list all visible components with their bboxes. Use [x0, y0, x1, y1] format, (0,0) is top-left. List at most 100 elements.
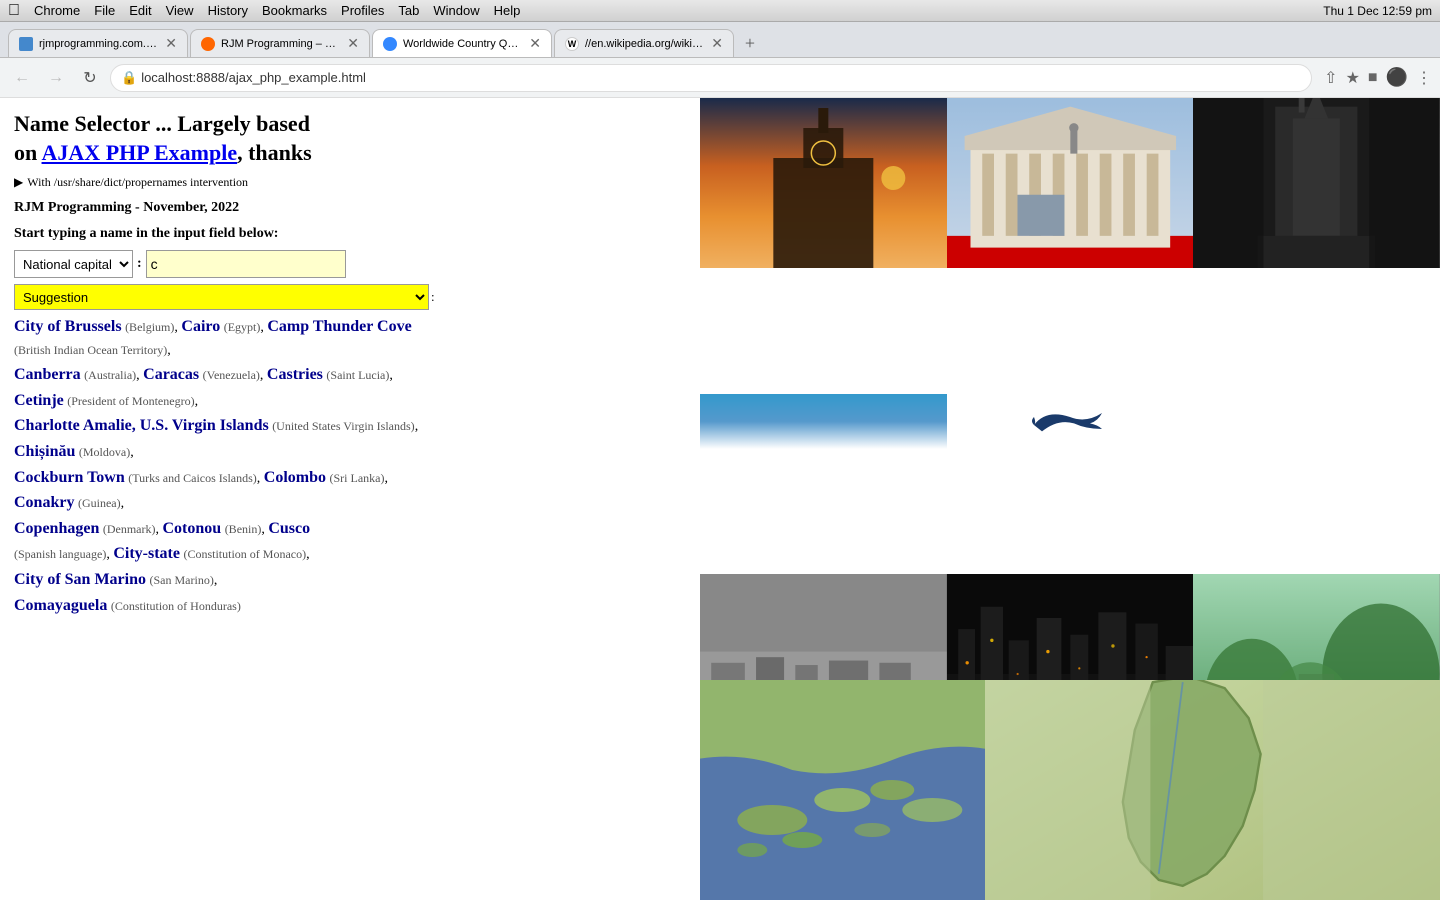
menu-edit[interactable]: Edit: [129, 3, 151, 18]
result-city-12: Copenhagen: [14, 520, 99, 537]
apple-menu[interactable]: : [8, 2, 20, 20]
menu-profiles[interactable]: Profiles: [341, 3, 384, 18]
extensions-icon[interactable]: ■: [1368, 69, 1378, 87]
menu-file[interactable]: File: [94, 3, 115, 18]
result-city-5: Castries: [267, 366, 323, 383]
address-bar: ← → ↻ 🔒 localhost:8888/ajax_php_example.…: [0, 58, 1440, 98]
result-city-17: Comayaguela: [14, 597, 107, 614]
result-country-11: (Guinea): [78, 496, 121, 510]
result-city-16: City of San Marino: [14, 571, 146, 588]
category-select[interactable]: National capital Country City River Moun…: [14, 250, 133, 278]
tab-4-favicon: W: [565, 37, 579, 51]
input-row: National capital Country City River Moun…: [14, 250, 686, 278]
suggestion-select[interactable]: Suggestion: [14, 284, 429, 310]
toggle-label: With /usr/share/dict/propernames interve…: [27, 175, 248, 190]
colon-sep: :: [431, 289, 435, 305]
result-country-9: (Turks and Caicos Islands): [128, 471, 257, 485]
result-city-3: Canberra: [14, 366, 81, 383]
result-country-13: (Benin): [225, 522, 262, 536]
menu-right: Thu 1 Dec 12:59 pm: [1323, 4, 1432, 18]
menu-bookmarks[interactable]: Bookmarks: [262, 3, 327, 18]
result-country-14: (Spanish language): [14, 547, 106, 561]
suggestion-results: City of Brussels (Belgium), Cairo (Egypt…: [14, 314, 424, 618]
tab-2-close[interactable]: ✕: [347, 35, 359, 52]
result-country-4: (Venezuela): [203, 368, 260, 382]
title-line2-suffix: , thanks: [237, 140, 312, 165]
address-icons: ⇧ ★ ■ ⚫ ⋮: [1324, 67, 1432, 88]
result-country-16: (San Marino): [150, 573, 214, 587]
tab-2[interactable]: RJM Programming – Software ... ✕: [190, 29, 370, 57]
result-country-0: (Belgium): [125, 320, 174, 334]
result-city-14: Cusco: [268, 520, 310, 537]
result-city-1: Cairo: [181, 318, 220, 335]
menu-history[interactable]: History: [208, 3, 248, 18]
menu-window[interactable]: Window: [433, 3, 479, 18]
tab-bar: rjmprogramming.com.au/today... ✕ RJM Pro…: [0, 22, 1440, 58]
result-country-1: (Egypt): [224, 320, 261, 334]
result-city-0: City of Brussels: [14, 318, 122, 335]
result-city-11: Conakry: [14, 494, 74, 511]
menu-items:  Chrome File Edit View History Bookmark…: [8, 2, 520, 20]
result-country-7: (United States Virgin Islands): [272, 419, 415, 433]
left-panel: Name Selector ... Largely based on AJAX …: [0, 98, 700, 900]
tab-3-close[interactable]: ✕: [529, 35, 541, 52]
blue-bar-left: [700, 394, 947, 449]
back-button[interactable]: ←: [8, 64, 36, 92]
tab-4-label: //en.wikipedia.org/wiki/Chișinău: [585, 38, 705, 50]
image-building-columns: [947, 98, 1194, 268]
lock-icon: 🔒: [121, 70, 137, 86]
triangle-icon: ▶: [14, 175, 23, 190]
menu-dots-icon[interactable]: ⋮: [1416, 68, 1432, 88]
profile-icon[interactable]: ⚫: [1386, 67, 1408, 88]
result-country-8: (Moldova): [79, 445, 130, 459]
tab-2-favicon: [201, 37, 215, 51]
tab-1-label: rjmprogramming.com.au/today...: [39, 38, 159, 50]
spacer-right: [1193, 394, 1440, 449]
url-text: localhost:8888/ajax_php_example.html: [141, 70, 366, 85]
image-monument-night: [1193, 98, 1440, 268]
suggestion-row: Suggestion :: [14, 284, 686, 310]
tab-1[interactable]: rjmprogramming.com.au/today... ✕: [8, 29, 188, 57]
result-country-2: (British Indian Ocean Territory): [14, 343, 167, 357]
dolphin-area: [947, 394, 1194, 449]
detail-toggle[interactable]: ▶ With /usr/share/dict/propernames inter…: [14, 175, 686, 190]
result-country-3: (Australia): [84, 368, 136, 382]
menu-tab[interactable]: Tab: [398, 3, 419, 18]
menu-view[interactable]: View: [166, 3, 194, 18]
result-city-4: Caracas: [143, 366, 199, 383]
new-tab-button[interactable]: +: [736, 29, 764, 57]
rjm-credit: RJM Programming - November, 2022: [14, 200, 686, 216]
ajax-php-link[interactable]: AJAX PHP Example: [42, 140, 238, 165]
name-input[interactable]: [146, 250, 346, 278]
result-country-5: (Saint Lucia): [326, 368, 389, 382]
bottom-maps-row: [700, 680, 1440, 900]
result-city-10: Colombo: [264, 469, 326, 486]
instructions: Start typing a name in the input field b…: [14, 226, 686, 242]
result-city-9: Cockburn Town: [14, 469, 125, 486]
menu-chrome[interactable]: Chrome: [34, 3, 80, 18]
bookmark-icon[interactable]: ★: [1346, 68, 1360, 88]
main-content: Name Selector ... Largely based on AJAX …: [0, 98, 1440, 900]
input-separator: :: [133, 256, 146, 272]
result-city-8: Chișinău: [14, 443, 75, 460]
tab-1-close[interactable]: ✕: [165, 35, 177, 52]
dolphin-icon: [1030, 401, 1110, 441]
share-icon[interactable]: ⇧: [1324, 68, 1337, 88]
map-caribbean: [700, 680, 985, 900]
result-city-15: City-state: [113, 545, 180, 562]
address-input[interactable]: 🔒 localhost:8888/ajax_php_example.html: [110, 64, 1312, 92]
result-city-7: Charlotte Amalie, U.S. Virgin Islands: [14, 417, 269, 434]
right-panel: [700, 98, 1440, 900]
tab-4[interactable]: W //en.wikipedia.org/wiki/Chișinău ✕: [554, 29, 734, 57]
page-title: Name Selector ... Largely based on AJAX …: [14, 110, 686, 167]
reload-button[interactable]: ↻: [76, 64, 104, 92]
tab-4-close[interactable]: ✕: [711, 35, 723, 52]
forward-button[interactable]: →: [42, 64, 70, 92]
menu-help[interactable]: Help: [494, 3, 521, 18]
title-line1: Name Selector ... Largely based: [14, 111, 310, 136]
result-country-10: (Sri Lanka): [330, 471, 385, 485]
menu-bar:  Chrome File Edit View History Bookmark…: [0, 0, 1440, 22]
tab-3[interactable]: Worldwide Country Quiz Game ✕: [372, 29, 552, 57]
image-brussels-sunset: [700, 98, 947, 268]
tab-2-label: RJM Programming – Software ...: [221, 38, 341, 50]
